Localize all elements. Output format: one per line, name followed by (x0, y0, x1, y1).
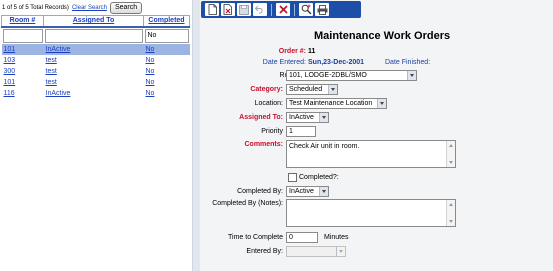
search-button[interactable]: Search (109, 2, 143, 14)
time-unit-label: Minutes (324, 234, 349, 241)
page-title: Maintenance Work Orders (314, 30, 451, 42)
chevron-down-icon (319, 187, 328, 196)
assigned-to-select[interactable]: InActive (286, 112, 329, 123)
scrollbar[interactable] (446, 141, 455, 167)
room-link[interactable]: 103 (4, 57, 16, 64)
completed-link[interactable]: No (146, 57, 155, 64)
completed-label: Completed?: (299, 174, 339, 181)
form-toolbar (201, 1, 361, 18)
completed-checkbox[interactable] (288, 173, 297, 182)
table-row[interactable]: 300 test No (2, 66, 190, 77)
table-header: Room # Assigned To Completed (1, 15, 190, 28)
assigned-link[interactable]: InActive (46, 46, 71, 53)
table-row[interactable]: 101 InActive No (1, 43, 190, 55)
completed-by-select-value: InActive (289, 188, 314, 195)
undo-icon[interactable] (253, 3, 267, 16)
order-number-label: Order #: (278, 48, 306, 55)
completed-filter-input[interactable]: No (144, 28, 189, 43)
column-header-completed[interactable]: Completed (143, 15, 190, 28)
table-row[interactable]: 103 test No (2, 55, 190, 66)
room-link[interactable]: 116 (4, 90, 15, 97)
pane-splitter[interactable] (192, 0, 200, 271)
search-icon[interactable] (299, 3, 313, 16)
comments-label: Comments: (244, 141, 283, 148)
entered-by-label: Entered By: (246, 248, 283, 255)
comments-text: Check Air unit in room. (289, 143, 360, 150)
chevron-down-icon (407, 71, 416, 80)
save-icon[interactable] (237, 3, 251, 16)
category-label: Category: (250, 86, 283, 93)
record-count: 1 of 5 of 5 Total Records) (2, 5, 69, 11)
completed-link[interactable]: No (146, 46, 155, 53)
assigned-link[interactable]: test (46, 68, 57, 75)
time-to-complete-label: Time to Complete (228, 234, 283, 241)
column-header-assigned-to[interactable]: Assigned To (43, 15, 144, 28)
work-order-list-pane: 1 of 5 of 5 Total Records) Clear Search … (0, 0, 192, 271)
location-select-value: Test Maintenance Location (289, 100, 373, 107)
room-link[interactable]: 300 (4, 68, 16, 75)
entered-by-select[interactable] (286, 246, 346, 257)
date-finished-label: Date Finished: (385, 59, 431, 66)
room-select[interactable]: 101, LODGE-2DBL/SMO (286, 70, 417, 81)
assigned-to-select-value: InActive (289, 114, 314, 121)
assigned-link[interactable]: test (46, 79, 57, 86)
scrollbar[interactable] (446, 200, 455, 226)
completed-notes-label: Completed By (Notes): (212, 200, 283, 207)
category-select[interactable]: Scheduled (286, 84, 338, 95)
toolbar-separator (294, 3, 295, 16)
copy-document-icon[interactable] (221, 3, 235, 16)
room-filter-input[interactable] (2, 28, 43, 43)
date-entered-label: Date Entered: (262, 59, 306, 66)
completed-by-select[interactable]: InActive (286, 186, 329, 197)
work-order-table: Room # Assigned To Completed No 101 InAc… (1, 15, 190, 99)
completed-by-label: Completed By: (237, 188, 283, 195)
completed-link[interactable]: No (146, 68, 155, 75)
column-header-room[interactable]: Room # (1, 15, 44, 28)
assigned-link[interactable]: InActive (46, 90, 71, 97)
time-to-complete-input[interactable]: 0 (286, 232, 318, 243)
priority-input[interactable]: 1 (286, 126, 316, 137)
location-select[interactable]: Test Maintenance Location (286, 98, 387, 109)
completed-link[interactable]: No (146, 90, 155, 97)
chevron-down-icon (377, 99, 386, 108)
record-bar: 1 of 5 of 5 Total Records) Clear Search … (2, 2, 143, 14)
table-row[interactable]: 101 test No (2, 77, 190, 88)
delete-icon[interactable] (276, 3, 290, 16)
comments-textarea[interactable]: Check Air unit in room. (286, 140, 456, 168)
room-select-value: 101, LODGE-2DBL/SMO (289, 72, 367, 79)
room-link[interactable]: 101 (4, 46, 16, 53)
filter-row: No (1, 26, 190, 44)
chevron-down-icon (328, 85, 337, 94)
new-document-icon[interactable] (205, 3, 219, 16)
date-entered-value: Sun,23-Dec-2001 (308, 59, 365, 66)
assigned-link[interactable]: test (46, 57, 57, 64)
work-order-form-pane: Maintenance Work Orders Order #: 11 Date… (200, 0, 553, 271)
priority-label: Priority (261, 128, 283, 135)
completed-notes-textarea[interactable] (286, 199, 456, 227)
chevron-down-icon (319, 113, 328, 122)
assigned-to-label: Assigned To: (239, 114, 283, 121)
category-select-value: Scheduled (289, 86, 323, 93)
order-number-value: 11 (308, 48, 316, 55)
assigned-filter-input[interactable] (44, 28, 143, 43)
clear-search-link[interactable]: Clear Search (72, 5, 107, 11)
toolbar-separator (271, 3, 272, 16)
completed-link[interactable]: No (146, 79, 155, 86)
location-label: Location: (254, 100, 283, 107)
print-icon[interactable] (315, 3, 329, 16)
chevron-down-icon (336, 247, 345, 256)
room-link[interactable]: 101 (4, 79, 16, 86)
table-row[interactable]: 116 InActive No (2, 88, 190, 99)
